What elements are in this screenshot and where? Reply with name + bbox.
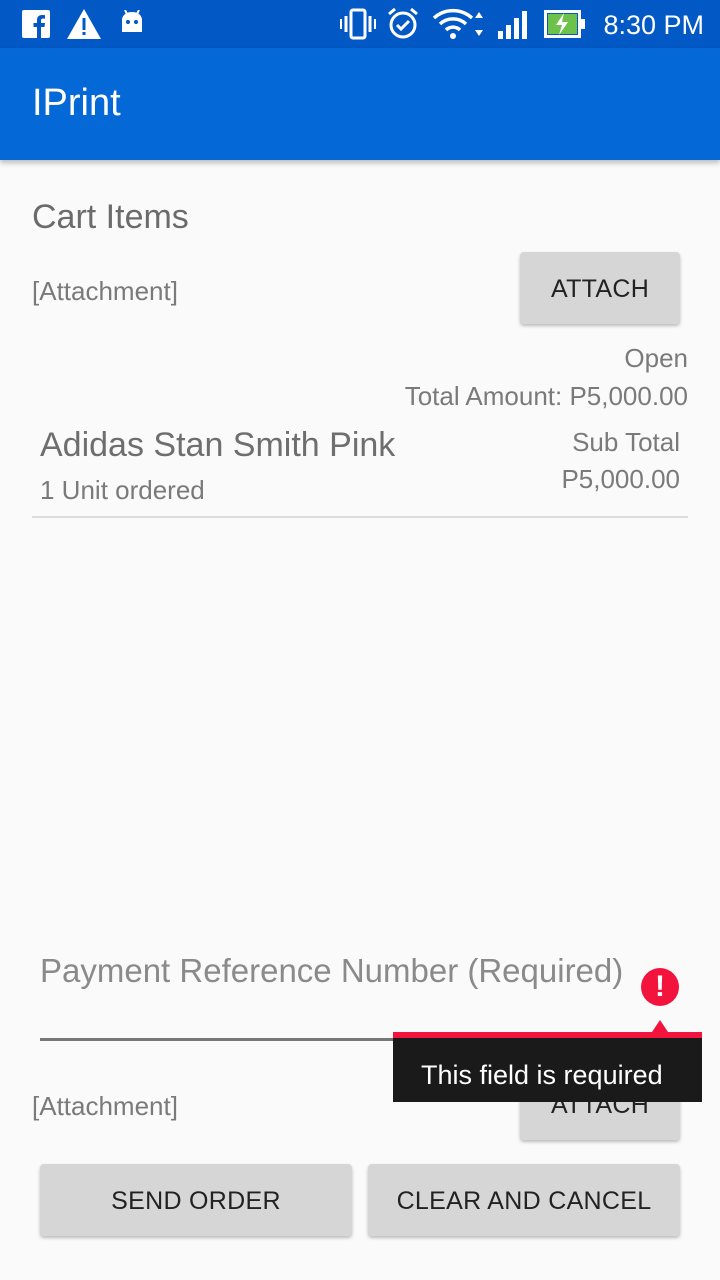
clear-and-cancel-button[interactable]: CLEAR AND CANCEL bbox=[368, 1164, 680, 1236]
cart-section-title: Cart Items bbox=[32, 198, 189, 236]
cart-attachment-label: [Attachment] bbox=[32, 276, 178, 306]
wifi-icon bbox=[432, 8, 486, 40]
item-divider bbox=[32, 516, 688, 518]
units-ordered: 1 Unit ordered bbox=[40, 475, 205, 505]
clock: 8:30 PM bbox=[603, 10, 704, 40]
facebook-icon bbox=[22, 8, 50, 40]
subtotal-label: Sub Total bbox=[572, 427, 680, 457]
battery-charging-icon bbox=[544, 8, 586, 40]
error-tooltip: This field is required bbox=[393, 1032, 702, 1102]
signal-icon bbox=[496, 8, 532, 40]
vibrate-icon bbox=[340, 8, 376, 40]
payment-attachment-label: [Attachment] bbox=[32, 1091, 178, 1121]
error-message: This field is required bbox=[421, 1060, 663, 1090]
app-bar: IPrint bbox=[0, 48, 720, 160]
product-name: Adidas Stan Smith Pink bbox=[40, 426, 396, 464]
android-icon bbox=[119, 8, 145, 40]
error-icon[interactable]: ! bbox=[641, 968, 679, 1006]
status-bar: 8:30 PM bbox=[0, 0, 720, 48]
total-amount: Total Amount: P5,000.00 bbox=[404, 381, 688, 411]
payment-reference-input[interactable]: Payment Reference Number (Required) bbox=[40, 950, 640, 992]
alarm-icon bbox=[386, 7, 420, 40]
subtotal-value: P5,000.00 bbox=[561, 464, 680, 494]
order-status: Open bbox=[624, 343, 688, 373]
send-order-button[interactable]: SEND ORDER bbox=[40, 1164, 352, 1236]
warning-icon bbox=[66, 8, 102, 40]
app-title: IPrint bbox=[32, 82, 121, 124]
tooltip-arrow bbox=[652, 1020, 668, 1032]
cart-attach-button[interactable]: ATTACH bbox=[520, 252, 680, 324]
